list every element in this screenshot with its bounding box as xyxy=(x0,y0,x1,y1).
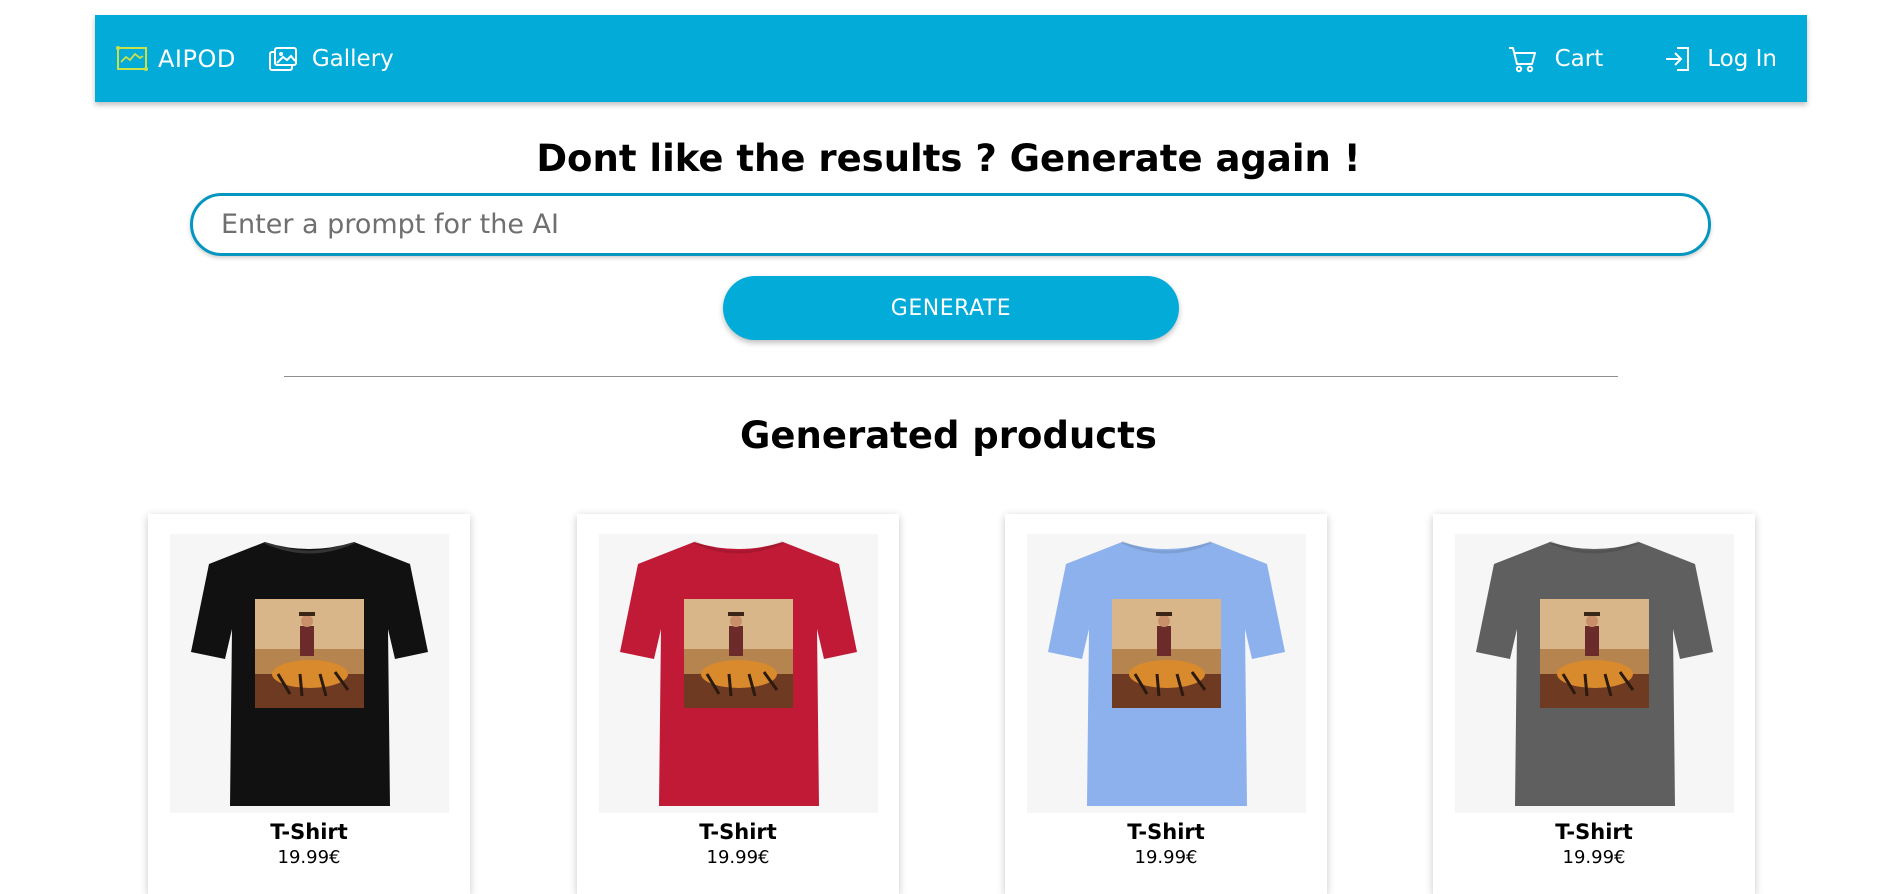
brand-label: AIPOD xyxy=(158,44,236,73)
product-card[interactable]: T-Shirt 19.99€ xyxy=(577,514,899,894)
nav-cart-link[interactable]: Cart xyxy=(1489,44,1604,74)
navbar-left: AIPOD Gallery xyxy=(115,45,394,73)
product-price: 19.99€ xyxy=(1134,847,1198,868)
login-icon xyxy=(1663,45,1691,73)
product-card[interactable]: T-Shirt 19.99€ xyxy=(148,514,470,894)
nav-gallery-link[interactable]: Gallery xyxy=(254,46,394,72)
product-price: 19.99€ xyxy=(277,847,341,868)
cart-icon xyxy=(1507,44,1537,74)
section-divider xyxy=(284,376,1618,377)
product-image xyxy=(1455,534,1734,813)
product-image xyxy=(170,534,449,813)
product-price: 19.99€ xyxy=(1562,847,1626,868)
t-shirt-print-image-icon xyxy=(191,540,428,806)
product-name: T-Shirt xyxy=(1127,820,1205,844)
nav-login-label: Log In xyxy=(1707,45,1777,72)
navbar-right: Cart Log In xyxy=(1489,44,1777,74)
top-navbar: AIPOD Gallery Cart Log In xyxy=(95,15,1807,102)
brand-link[interactable]: AIPOD xyxy=(115,45,236,73)
product-price: 19.99€ xyxy=(706,847,770,868)
product-name: T-Shirt xyxy=(270,820,348,844)
product-name: T-Shirt xyxy=(1555,820,1633,844)
generate-button[interactable]: GENERATE xyxy=(723,276,1179,340)
generated-products-title: Generated products xyxy=(740,414,1157,457)
nav-login-link[interactable]: Log In xyxy=(1647,45,1777,73)
product-card[interactable]: T-Shirt 19.99€ xyxy=(1433,514,1755,894)
product-card[interactable]: T-Shirt 19.99€ xyxy=(1005,514,1327,894)
product-image xyxy=(599,534,878,813)
t-shirt-print-image-icon xyxy=(620,540,857,806)
t-shirt-print-image-icon xyxy=(1476,540,1713,806)
aipod-logo-icon xyxy=(115,45,149,73)
gallery-images-icon xyxy=(268,46,298,72)
product-image xyxy=(1027,534,1306,813)
nav-gallery-label: Gallery xyxy=(311,45,394,72)
nav-cart-label: Cart xyxy=(1554,45,1604,72)
t-shirt-print-image-icon xyxy=(1048,540,1285,806)
prompt-input[interactable] xyxy=(190,193,1711,256)
product-name: T-Shirt xyxy=(699,820,777,844)
regenerate-headline: Dont like the results ? Generate again ! xyxy=(536,137,1361,180)
